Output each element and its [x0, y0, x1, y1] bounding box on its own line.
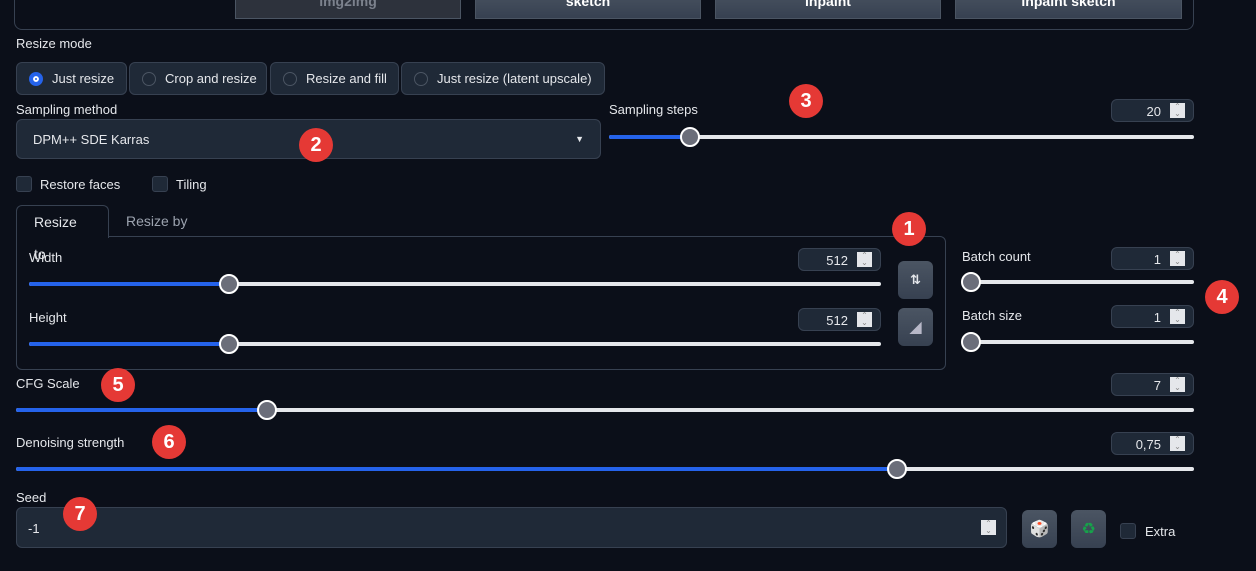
tab-img2img[interactable]: img2img — [235, 0, 461, 19]
slider-thumb[interactable] — [257, 400, 277, 420]
annotation-badge-4: 4 — [1205, 280, 1239, 314]
slider-thumb[interactable] — [219, 274, 239, 294]
seed-input[interactable]: -1 ⌃ ⌄ — [16, 507, 1007, 548]
denoising-strength-slider[interactable] — [16, 459, 1194, 479]
caret-down-icon: ▼ — [575, 134, 584, 144]
height-slider[interactable] — [29, 334, 881, 354]
dice-icon: 🎲 — [1029, 521, 1050, 538]
sampling-method-label: Sampling method — [16, 102, 118, 117]
spinner-icon[interactable]: ⌃ ⌄ — [981, 520, 996, 535]
annotation-badge-3: 3 — [789, 84, 823, 118]
radio-label: Resize and fill — [306, 71, 387, 86]
resize-mode-label: Resize mode — [16, 36, 92, 51]
denoising-strength-input[interactable]: 0,75 ⌃ ⌄ — [1111, 432, 1194, 455]
tab-resize-to[interactable]: Resize to — [16, 205, 109, 262]
sampling-steps-slider[interactable] — [609, 127, 1194, 147]
tiling-checkbox[interactable] — [152, 176, 168, 192]
radio-latent-upscale[interactable]: Just resize (latent upscale) — [401, 62, 605, 95]
cfg-scale-label: CFG Scale — [16, 376, 80, 391]
cfg-scale-input[interactable]: 7 ⌃ ⌄ — [1111, 373, 1194, 396]
slider-thumb[interactable] — [961, 272, 981, 292]
spinner-icon[interactable]: ⌃ ⌄ — [1170, 309, 1185, 324]
tab-resize-by[interactable]: Resize by — [109, 205, 204, 237]
width-input[interactable]: 512 ⌃ ⌄ — [798, 248, 881, 271]
annotation-badge-7: 7 — [63, 497, 97, 531]
sampling-steps-label: Sampling steps — [609, 102, 698, 117]
tiling-label: Tiling — [176, 177, 207, 192]
seed-label: Seed — [16, 490, 47, 505]
radio-label: Just resize (latent upscale) — [437, 71, 592, 86]
aspect-ratio-button[interactable]: ◢ — [898, 308, 933, 346]
spinner-icon[interactable]: ⌃ ⌄ — [1170, 251, 1185, 266]
seed-value: -1 — [28, 521, 40, 536]
radio-crop-and-resize[interactable]: Crop and resize — [129, 62, 267, 95]
radio-icon — [283, 71, 297, 86]
radio-icon — [414, 71, 428, 86]
batch-count-input[interactable]: 1 ⌃ ⌄ — [1111, 247, 1194, 270]
denoising-strength-label: Denoising strength — [16, 435, 125, 450]
height-label: Height — [29, 310, 67, 325]
slider-thumb[interactable] — [887, 459, 907, 479]
height-input[interactable]: 512 ⌃ ⌄ — [798, 308, 881, 331]
triangle-ruler-icon: ◢ — [909, 319, 922, 336]
slider-thumb[interactable] — [680, 127, 700, 147]
radio-checked-icon — [29, 71, 43, 86]
slider-thumb[interactable] — [961, 332, 981, 352]
tab-inpaint[interactable]: inpaint — [715, 0, 941, 19]
restore-faces-checkbox[interactable] — [16, 176, 32, 192]
extra-checkbox[interactable] — [1120, 523, 1136, 539]
spinner-icon[interactable]: ⌃ ⌄ — [857, 252, 872, 267]
batch-count-slider[interactable] — [961, 272, 1194, 292]
batch-size-slider[interactable] — [961, 332, 1194, 352]
swap-arrows-icon: ⇅ — [910, 272, 921, 287]
restore-faces-label: Restore faces — [40, 177, 121, 192]
radio-label: Just resize — [52, 71, 115, 86]
slider-thumb[interactable] — [219, 334, 239, 354]
recycle-icon: ♻ — [1081, 521, 1096, 538]
random-seed-button[interactable]: 🎲 — [1022, 510, 1057, 548]
batch-size-label: Batch size — [962, 308, 1022, 323]
reuse-seed-button[interactable]: ♻ — [1071, 510, 1106, 548]
annotation-badge-6: 6 — [152, 425, 186, 459]
spinner-icon[interactable]: ⌃ ⌄ — [1170, 377, 1185, 392]
annotation-badge-1: 1 — [892, 212, 926, 246]
annotation-badge-5: 5 — [101, 368, 135, 402]
batch-count-label: Batch count — [962, 249, 1031, 264]
dropdown-value: DPM++ SDE Karras — [33, 131, 150, 147]
spinner-icon[interactable]: ⌃ ⌄ — [857, 312, 872, 327]
cfg-scale-slider[interactable] — [16, 400, 1194, 420]
radio-resize-and-fill[interactable]: Resize and fill — [270, 62, 399, 95]
tab-inpaint-sketch[interactable]: inpaint sketch — [955, 0, 1182, 19]
swap-dimensions-button[interactable]: ⇅ — [898, 261, 933, 299]
batch-size-input[interactable]: 1 ⌃ ⌄ — [1111, 305, 1194, 328]
sampling-steps-input[interactable]: 20 ⌃ ⌄ — [1111, 99, 1194, 122]
extra-label: Extra — [1145, 524, 1176, 539]
radio-icon — [142, 71, 156, 86]
width-slider[interactable] — [29, 274, 881, 294]
annotation-badge-2: 2 — [299, 128, 333, 162]
spinner-icon[interactable]: ⌃ ⌄ — [1170, 436, 1185, 451]
spinner-icon[interactable]: ⌃ ⌄ — [1170, 103, 1185, 118]
tab-sketch[interactable]: sketch — [475, 0, 701, 19]
radio-label: Crop and resize — [165, 71, 257, 86]
radio-just-resize[interactable]: Just resize — [16, 62, 127, 95]
